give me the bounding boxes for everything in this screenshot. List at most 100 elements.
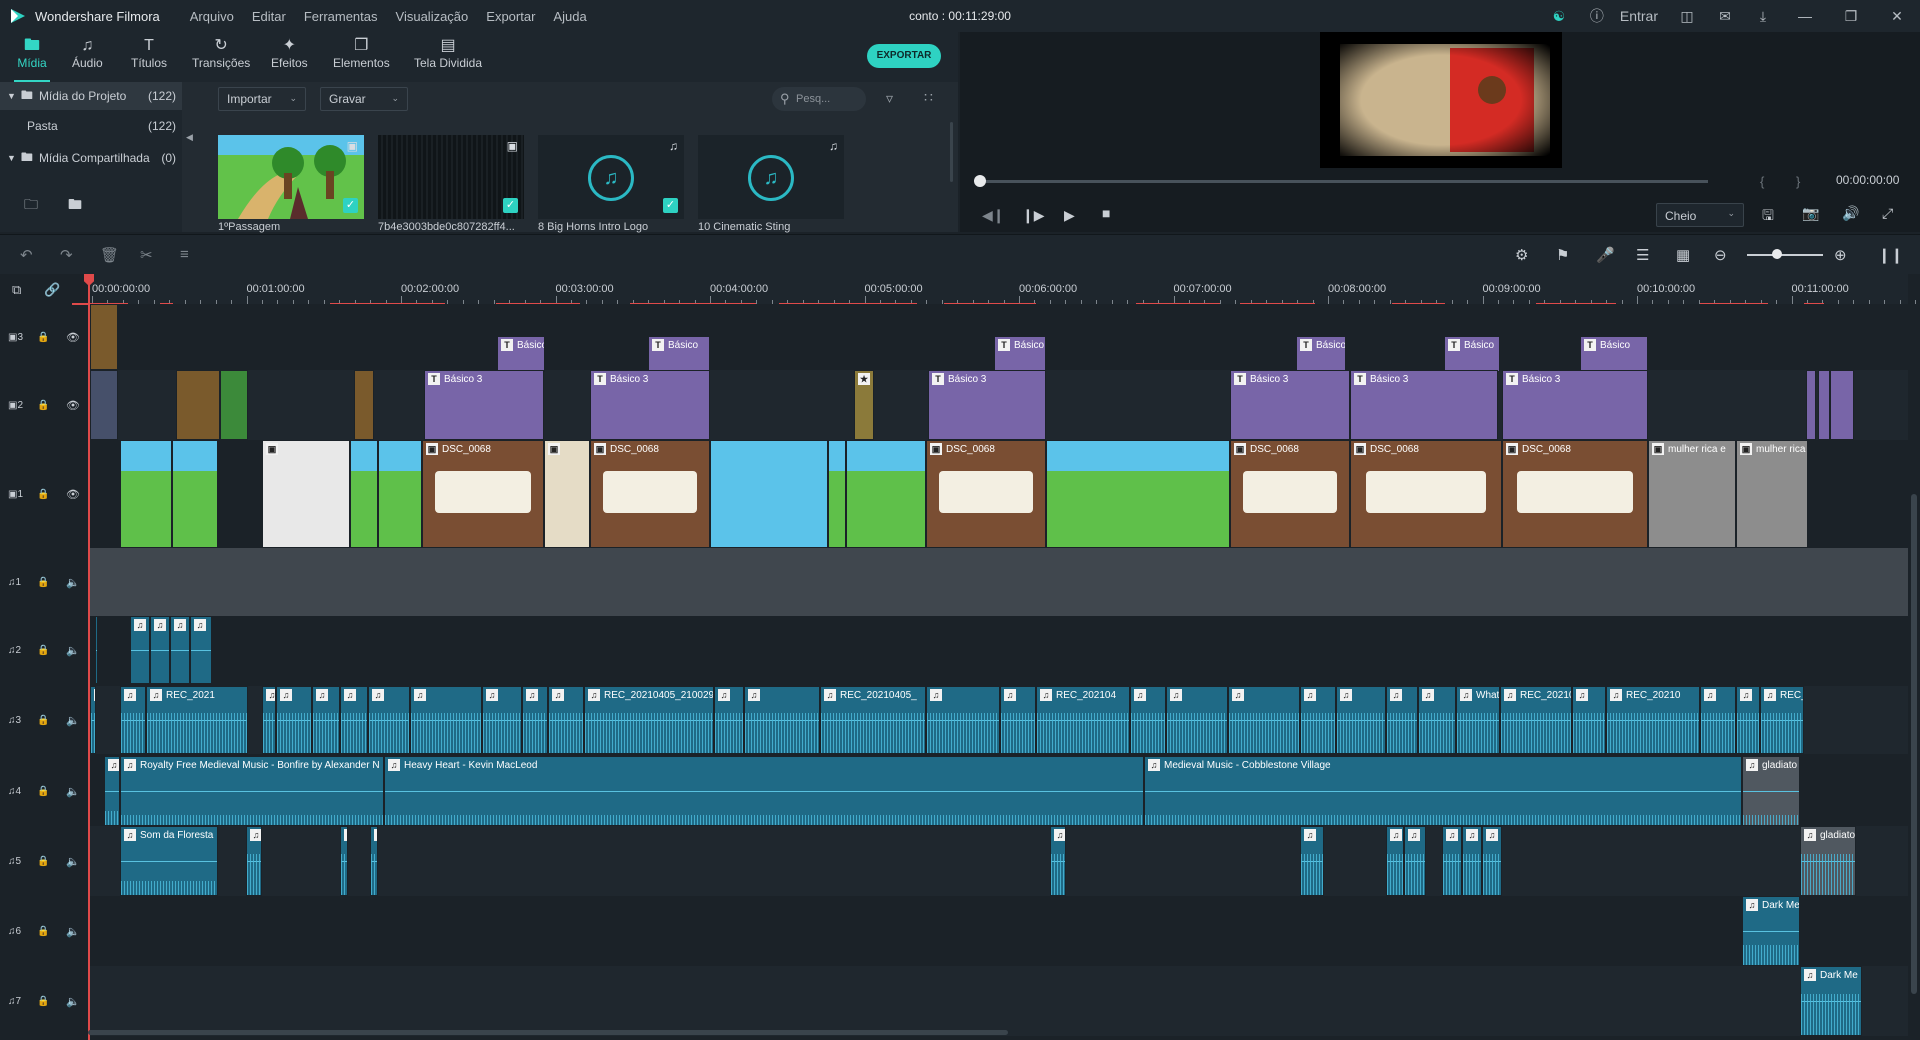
audio-clip[interactable]: ♫ — [340, 826, 348, 896]
volume-icon[interactable]: 🔊 — [1842, 205, 1859, 222]
tree-item-midia-projeto[interactable]: ▼ 🖿 Mídia do Projeto (122) — [0, 82, 182, 110]
step-back-icon[interactable]: ◀❙ — [982, 207, 1005, 224]
zoom-slider[interactable] — [1747, 254, 1823, 256]
mail-icon[interactable]: ✉ — [1706, 0, 1744, 32]
quality-dropdown[interactable]: Cheio ⌄ — [1656, 203, 1744, 227]
audio-clip[interactable]: ♫ — [170, 616, 190, 684]
video-clip[interactable]: ▣ DSC_0068 — [1350, 440, 1502, 548]
redo-icon[interactable]: ↷ — [60, 246, 73, 264]
audio-clip[interactable]: ♫ — [1228, 686, 1300, 754]
audio-clip[interactable]: ♫ — [482, 686, 522, 754]
video-clip[interactable]: ▣ DSC_0068 — [926, 440, 1046, 548]
audio-clip[interactable]: ♫ — [246, 826, 262, 896]
track-lane[interactable] — [88, 896, 1908, 966]
video-clip[interactable]: ▣ — [378, 440, 422, 548]
video-clip[interactable] — [90, 304, 118, 370]
video-clip[interactable] — [354, 370, 374, 440]
menu-arquivo[interactable]: Arquivo — [190, 9, 234, 24]
audio-clip[interactable]: ♫ — [90, 686, 96, 754]
lock-icon[interactable]: 🔒 — [37, 332, 49, 343]
audio-clip[interactable]: ♫ — [130, 616, 150, 684]
audio-clip[interactable]: ♫ — [1336, 686, 1386, 754]
audio-clip[interactable]: ♫ — [190, 616, 212, 684]
menu-ajuda[interactable]: Ajuda — [553, 9, 586, 24]
video-clip[interactable]: ▣Cavalo e deus — [1046, 440, 1230, 548]
search-input[interactable]: ⚲ Pesq... — [772, 87, 866, 111]
speaker-icon[interactable]: 🔈 — [66, 995, 80, 1008]
audio-clip[interactable]: ♫ Dark Me — [1800, 966, 1862, 1036]
video-clip[interactable]: ▣Casas — [172, 440, 218, 548]
menu-exportar[interactable]: Exportar — [486, 9, 535, 24]
import-dropdown[interactable]: Importar ⌄ — [218, 87, 306, 111]
tree-item-pasta[interactable]: Pasta (122) — [0, 112, 182, 140]
video-clip[interactable]: ▣ mulher rica — [1736, 440, 1808, 548]
video-clip[interactable]: ▣ DSC_0068 — [1230, 440, 1350, 548]
audio-clip[interactable]: ♫ — [1736, 686, 1760, 754]
timeline-vertical-scrollbar[interactable] — [1908, 304, 1920, 1040]
audio-clip[interactable]: ♫ — [1386, 826, 1404, 896]
title-clip[interactable]: T Básico — [497, 336, 545, 372]
link-icon[interactable]: 🔗 — [44, 282, 60, 298]
tab-transicoes[interactable]: ↻ Transições — [192, 36, 250, 80]
video-clip[interactable]: ▣ — [544, 440, 590, 548]
undo-icon[interactable]: ↶ — [20, 246, 33, 264]
audio-clip[interactable]: ♫ — [370, 826, 378, 896]
speaker-icon[interactable]: 🔈 — [66, 785, 80, 798]
fullscreen-icon[interactable]: ⤢ — [1882, 205, 1893, 222]
visibility-icon[interactable]: 👁 — [66, 331, 80, 344]
crop-icon[interactable]: ▦ — [1676, 246, 1690, 264]
folder-icon[interactable]: 🖿 — [68, 194, 82, 218]
audio-clip[interactable]: ♫ — [522, 686, 548, 754]
track-lane[interactable] — [88, 616, 1908, 684]
record-dropdown[interactable]: Gravar ⌄ — [320, 87, 408, 111]
grid-view-icon[interactable]: ∷ — [924, 89, 933, 106]
video-clip[interactable]: ▣ — [846, 440, 926, 548]
audio-clip[interactable]: ♫ Royalty Free Medieval Music - Bonfire b… — [120, 756, 384, 826]
title-clip[interactable]: T Básico 3 — [1502, 370, 1648, 440]
video-clip[interactable]: ▣ — [828, 440, 846, 548]
video-clip[interactable]: ▣encontro do deus co — [710, 440, 828, 548]
new-folder-icon[interactable]: 🗀 — [24, 194, 38, 218]
menu-editar[interactable]: Editar — [252, 9, 286, 24]
audio-clip[interactable]: ♫ — [926, 686, 1000, 754]
title-clip[interactable]: T Básico 3 — [1230, 370, 1350, 440]
title-clip[interactable]: T Básico 3 — [1350, 370, 1498, 440]
microphone-icon[interactable]: 🎤 — [1596, 246, 1615, 264]
audio-clip[interactable]: ♫ — [340, 686, 368, 754]
preview-video[interactable] — [1320, 32, 1562, 168]
mark-out-icon[interactable]: } — [1796, 174, 1800, 189]
audio-clip[interactable]: ♫ REC_20210 — [1606, 686, 1700, 754]
lock-icon[interactable]: 🔒 — [37, 786, 49, 797]
tab-titulos[interactable]: T Títulos — [131, 36, 167, 80]
zoom-out-icon[interactable]: ⊖ — [1714, 246, 1727, 264]
audio-clip[interactable]: ♫ Som da Floresta — [120, 826, 218, 896]
audio-clip[interactable]: ♫ — [1462, 826, 1482, 896]
minimize-icon[interactable]: — — [1782, 0, 1828, 32]
scrollbar-thumb[interactable] — [1911, 494, 1917, 994]
timeline-horizontal-scrollbar[interactable] — [88, 1030, 1008, 1035]
tab-midia[interactable]: 🖿 Mídia — [14, 36, 50, 82]
audio-clip[interactable]: ♫ — [1130, 686, 1166, 754]
audio-clip[interactable]: ♫ — [1000, 686, 1036, 754]
stop-icon[interactable]: ■ — [1102, 205, 1110, 221]
audio-clip[interactable]: ♫ Dark Me — [1742, 896, 1800, 966]
scrubber-handle[interactable] — [974, 175, 986, 187]
audio-clip[interactable]: ♫ REC_202 — [1760, 686, 1804, 754]
audio-clip[interactable]: ♫ — [104, 756, 120, 826]
title-clip[interactable]: T Básico — [1580, 336, 1648, 372]
audio-clip[interactable]: ♫ gladiato — [1742, 756, 1800, 826]
track-lane[interactable] — [88, 966, 1908, 1036]
title-clip[interactable] — [1830, 370, 1854, 440]
audio-clip[interactable]: ♫ — [1166, 686, 1228, 754]
preview-scrubber[interactable] — [974, 175, 1708, 187]
video-clip[interactable] — [220, 370, 248, 440]
media-thumbnail[interactable]: ♫ ♫ — [698, 135, 844, 219]
track-lane[interactable] — [88, 548, 1908, 616]
speaker-icon[interactable]: 🔈 — [66, 855, 80, 868]
audio-clip[interactable]: ♫ REC_20210405_210029 — [584, 686, 714, 754]
delete-icon[interactable]: 🗑 — [100, 246, 119, 264]
export-button[interactable]: EXPORTAR — [867, 44, 941, 68]
audio-clip[interactable]: ♫ REC_202104 — [1036, 686, 1130, 754]
visibility-icon[interactable]: 👁 — [66, 399, 80, 412]
title-clip[interactable]: T Básico — [994, 336, 1046, 372]
